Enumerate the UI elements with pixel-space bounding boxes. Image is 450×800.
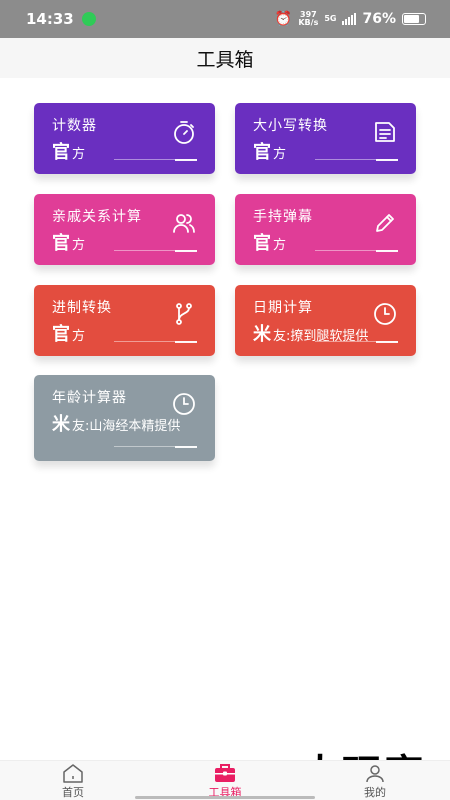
users-icon (173, 214, 195, 233)
card-source: 官方 (52, 144, 197, 164)
card-source-rest: 方 (72, 329, 86, 344)
card-divider (114, 340, 197, 343)
nav-label: 首页 (62, 786, 84, 799)
tool-card-relatives[interactable]: 亲戚关系计算 官方 (34, 194, 215, 265)
card-source-rest: 友:山海经本精提供 (72, 419, 181, 434)
clock-icon (173, 393, 195, 415)
nav-label: 我的 (364, 786, 386, 799)
status-bar: 14:33 ⏰ 397 KB/s 5G 76% (0, 0, 450, 38)
page-header: 工具箱 (0, 38, 450, 78)
card-source-initial: 米 (52, 414, 70, 435)
page-title: 工具箱 (196, 48, 254, 71)
tool-card-counter[interactable]: 计数器 官方 (34, 103, 215, 174)
tool-card-danmaku[interactable]: 手持弹幕 官方 (235, 194, 416, 265)
card-source-rest: 方 (72, 147, 86, 162)
card-source: 官方 (253, 144, 398, 164)
pencil-icon (376, 214, 394, 232)
nav-item-home[interactable]: 首页 (33, 763, 113, 800)
tool-card-age-calc[interactable]: 年龄计算器 米友:山海经本精提供 (34, 375, 215, 461)
tool-card-date-calc[interactable]: 日期计算 米友:撩到腿软提供 (235, 285, 416, 356)
card-source: 官方 (253, 235, 398, 255)
net-speed: 397 KB/s (298, 11, 318, 27)
profile-icon (366, 765, 384, 783)
gesture-bar[interactable] (135, 796, 315, 799)
bottom-nav: 首页 工具箱 我的 (0, 760, 450, 800)
wechat-icon (81, 12, 96, 26)
card-source-rest: 方 (72, 238, 86, 253)
clock-icon (374, 303, 396, 325)
card-source-initial: 米 (253, 324, 271, 345)
status-time: 14:33 (26, 10, 74, 28)
signal-icon (342, 13, 357, 25)
card-source: 米友:撩到腿软提供 (253, 326, 398, 346)
card-source-initial: 官 (52, 142, 70, 163)
card-source-initial: 官 (253, 142, 271, 163)
card-divider (315, 249, 398, 252)
document-icon (375, 122, 395, 142)
card-source: 米友:山海经本精提供 (52, 416, 197, 436)
network-type: 5G (324, 15, 336, 23)
card-divider (114, 158, 197, 161)
card-source-initial: 官 (52, 233, 70, 254)
card-divider (315, 158, 398, 161)
tool-card-case-convert[interactable]: 大小写转换 官方 (235, 103, 416, 174)
card-divider (114, 249, 197, 252)
network-type-label: 5G (324, 14, 337, 23)
card-source-rest: 方 (273, 238, 287, 253)
stopwatch-icon (174, 121, 194, 144)
card-divider (315, 340, 398, 343)
nav-item-toolbox[interactable]: 工具箱 (185, 763, 265, 800)
net-speed-unit: KB/s (298, 18, 319, 27)
battery-icon (402, 13, 426, 25)
card-source: 官方 (52, 326, 197, 346)
nav-item-profile[interactable]: 我的 (335, 763, 415, 800)
battery-percent: 76% (362, 11, 396, 27)
branch-icon (176, 303, 192, 325)
tool-card-base-convert[interactable]: 进制转换 官方 (34, 285, 215, 356)
card-source: 官方 (52, 235, 197, 255)
card-divider (114, 445, 197, 448)
home-icon (63, 764, 83, 783)
card-source-initial: 官 (253, 233, 271, 254)
card-source-rest: 方 (273, 147, 287, 162)
alarm-icon: ⏰ (274, 11, 293, 27)
card-source-initial: 官 (52, 324, 70, 345)
toolbox-icon (215, 764, 235, 782)
